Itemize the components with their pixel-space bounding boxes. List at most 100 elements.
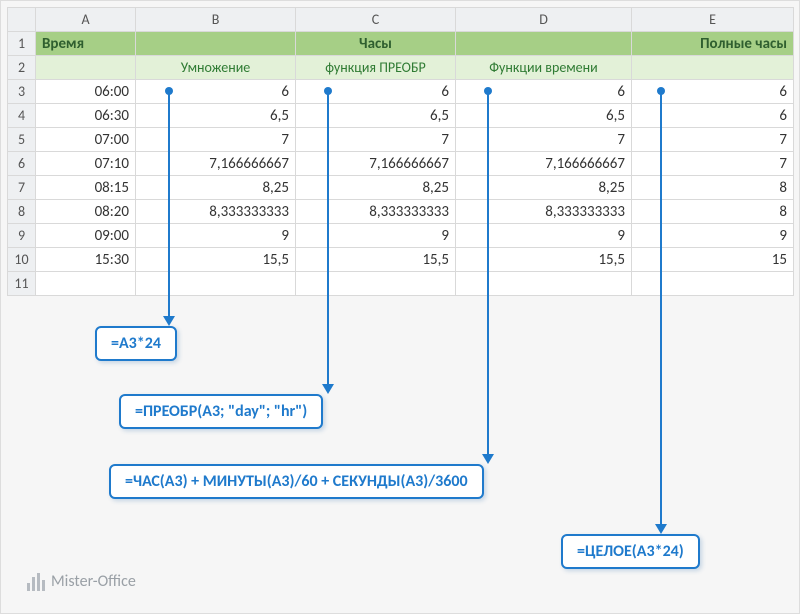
arrow-line-B <box>168 91 170 316</box>
row-header-6[interactable]: 6 <box>8 152 36 176</box>
col-header-D[interactable]: D <box>456 8 632 32</box>
cell-E10[interactable]: 15 <box>632 248 794 272</box>
cell-A2[interactable] <box>36 56 136 80</box>
title-row: 1 Время Часы Полные часы <box>8 32 794 56</box>
cell-B11[interactable] <box>136 272 296 296</box>
cell-E2[interactable] <box>632 56 794 80</box>
cell-C5[interactable]: 7 <box>296 128 456 152</box>
cell-A4[interactable]: 06:30 <box>36 104 136 128</box>
cell-A1[interactable]: Время <box>36 32 136 56</box>
data-row: 7 08:15 8,25 8,25 8,25 8 <box>8 176 794 200</box>
cell-D8[interactable]: 8,333333333 <box>456 200 632 224</box>
cell-C2[interactable]: функция ПРЕОБР <box>296 56 456 80</box>
formula-callout-B: =A3*24 <box>95 326 177 361</box>
cell-A10[interactable]: 15:30 <box>36 248 136 272</box>
cell-E3[interactable]: 6 <box>632 80 794 104</box>
cell-A3[interactable]: 06:00 <box>36 80 136 104</box>
data-row: 5 07:00 7 7 7 7 <box>8 128 794 152</box>
cell-E9[interactable]: 9 <box>632 224 794 248</box>
data-row: 4 06:30 6,5 6,5 6,5 6 <box>8 104 794 128</box>
cell-B9[interactable]: 9 <box>136 224 296 248</box>
row-header-8[interactable]: 8 <box>8 200 36 224</box>
cell-A5[interactable]: 07:00 <box>36 128 136 152</box>
row-header-3[interactable]: 3 <box>8 80 36 104</box>
arrow-head-D-icon <box>482 454 494 464</box>
cell-A6[interactable]: 07:10 <box>36 152 136 176</box>
cell-D2[interactable]: Функции времени <box>456 56 632 80</box>
arrow-head-C-icon <box>322 384 334 394</box>
cell-E11[interactable] <box>632 272 794 296</box>
empty-row: 11 <box>8 272 794 296</box>
formula-callout-E: =ЦЕЛОЕ(A3*24) <box>561 534 700 569</box>
data-row: 8 08:20 8,333333333 8,333333333 8,333333… <box>8 200 794 224</box>
cell-B4[interactable]: 6,5 <box>136 104 296 128</box>
formula-callout-C: =ПРЕОБР(A3; "day"; "hr") <box>119 394 323 429</box>
data-row: 3 06:00 6 6 6 6 <box>8 80 794 104</box>
row-header-11[interactable]: 11 <box>8 272 36 296</box>
cell-B6[interactable]: 7,166666667 <box>136 152 296 176</box>
formula-callout-D: =ЧАС(A3) + МИНУТЫ(A3)/60 + СЕКУНДЫ(A3)/3… <box>109 464 484 499</box>
cell-A8[interactable]: 08:20 <box>36 200 136 224</box>
cell-E6[interactable]: 7 <box>632 152 794 176</box>
corner-cell[interactable] <box>8 8 36 32</box>
row-header-9[interactable]: 9 <box>8 224 36 248</box>
row-header-7[interactable]: 7 <box>8 176 36 200</box>
cell-C10[interactable]: 15,5 <box>296 248 456 272</box>
cell-C8[interactable]: 8,333333333 <box>296 200 456 224</box>
arrow-line-D <box>487 91 489 454</box>
cell-E7[interactable]: 8 <box>632 176 794 200</box>
cell-B2[interactable]: Умножение <box>136 56 296 80</box>
cell-E5[interactable]: 7 <box>632 128 794 152</box>
cell-C6[interactable]: 7,166666667 <box>296 152 456 176</box>
row-header-1[interactable]: 1 <box>8 32 36 56</box>
brand-logo: Mister-Office <box>27 572 136 591</box>
cell-A11[interactable] <box>36 272 136 296</box>
cell-D4[interactable]: 6,5 <box>456 104 632 128</box>
arrow-head-B-icon <box>163 316 175 326</box>
row-header-10[interactable]: 10 <box>8 248 36 272</box>
cell-D10[interactable]: 15,5 <box>456 248 632 272</box>
col-header-E[interactable]: E <box>632 8 794 32</box>
cell-E1[interactable]: Полные часы <box>632 32 794 56</box>
cell-B5[interactable]: 7 <box>136 128 296 152</box>
cell-D11[interactable] <box>456 272 632 296</box>
subtitle-row: 2 Умножение функция ПРЕОБР Функции време… <box>8 56 794 80</box>
cell-D3[interactable]: 6 <box>456 80 632 104</box>
cell-D5[interactable]: 7 <box>456 128 632 152</box>
arrow-line-C <box>327 91 329 384</box>
cell-D9[interactable]: 9 <box>456 224 632 248</box>
data-row: 6 07:10 7,166666667 7,166666667 7,166666… <box>8 152 794 176</box>
brand-text: Mister-Office <box>51 572 136 591</box>
data-row: 9 09:00 9 9 9 9 <box>8 224 794 248</box>
cell-C4[interactable]: 6,5 <box>296 104 456 128</box>
col-header-C[interactable]: C <box>296 8 456 32</box>
cell-C11[interactable] <box>296 272 456 296</box>
column-header-row: A B C D E <box>8 8 794 32</box>
cell-B8[interactable]: 8,333333333 <box>136 200 296 224</box>
cell-C1[interactable]: Часы <box>296 32 456 56</box>
cell-D6[interactable]: 7,166666667 <box>456 152 632 176</box>
row-header-5[interactable]: 5 <box>8 128 36 152</box>
cell-C9[interactable]: 9 <box>296 224 456 248</box>
cell-E8[interactable]: 8 <box>632 200 794 224</box>
cell-E4[interactable]: 6 <box>632 104 794 128</box>
cell-C7[interactable]: 8,25 <box>296 176 456 200</box>
col-header-B[interactable]: B <box>136 8 296 32</box>
spreadsheet: A B C D E 1 Время Часы Полные часы 2 <box>7 7 793 296</box>
arrow-line-E <box>660 91 662 524</box>
cell-C3[interactable]: 6 <box>296 80 456 104</box>
bars-icon <box>27 573 45 591</box>
row-header-2[interactable]: 2 <box>8 56 36 80</box>
cell-B1[interactable] <box>136 32 296 56</box>
cell-D7[interactable]: 8,25 <box>456 176 632 200</box>
arrow-head-E-icon <box>655 524 667 534</box>
cell-D1[interactable] <box>456 32 632 56</box>
screenshot-frame: A B C D E 1 Время Часы Полные часы 2 <box>0 0 800 614</box>
cell-A7[interactable]: 08:15 <box>36 176 136 200</box>
cell-B7[interactable]: 8,25 <box>136 176 296 200</box>
cell-A9[interactable]: 09:00 <box>36 224 136 248</box>
cell-B10[interactable]: 15,5 <box>136 248 296 272</box>
col-header-A[interactable]: A <box>36 8 136 32</box>
row-header-4[interactable]: 4 <box>8 104 36 128</box>
cell-B3[interactable]: 6 <box>136 80 296 104</box>
